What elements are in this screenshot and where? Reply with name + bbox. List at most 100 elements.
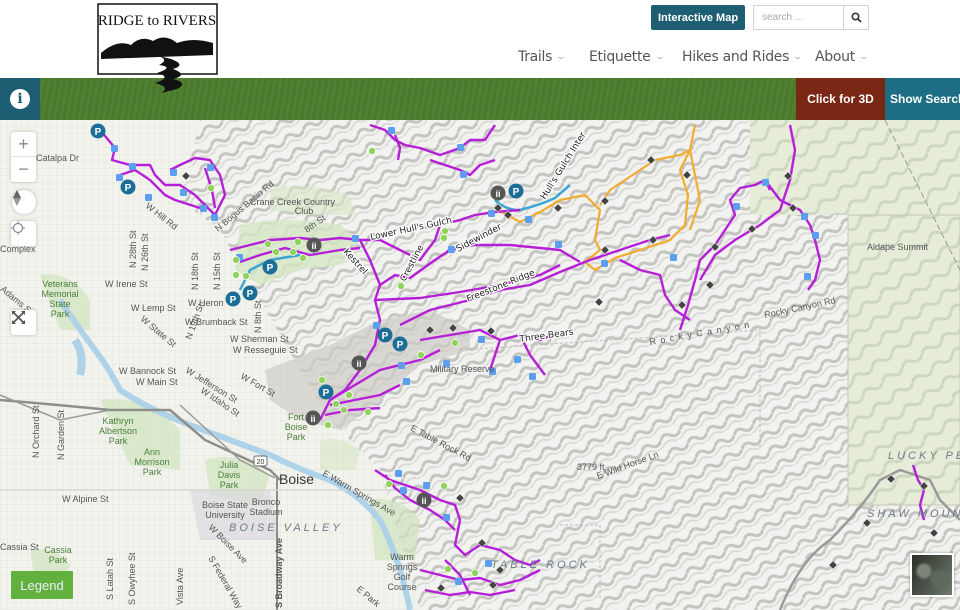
svg-text:Morrison: Morrison <box>134 457 169 467</box>
info-icon: i <box>10 89 30 109</box>
svg-text:Park: Park <box>51 309 70 319</box>
parking-icon: P <box>377 327 393 343</box>
svg-text:W Main St: W Main St <box>136 377 178 387</box>
map-canvas[interactable]: 20 P P P P P P P P P ii ii ii ii ii Lowe… <box>0 120 960 610</box>
svg-text:Veterans: Veterans <box>42 279 78 289</box>
parking-icon: P <box>120 179 136 195</box>
us20-label: 20 <box>257 459 265 466</box>
svg-text:ii: ii <box>421 496 426 506</box>
svg-text:Aldape Summit: Aldape Summit <box>867 242 929 252</box>
interactive-map-button[interactable]: Interactive Map <box>651 5 745 30</box>
svg-text:Boise State: Boise State <box>202 500 248 510</box>
chevron-down-icon: ⌄ <box>858 52 869 62</box>
svg-text:Vista Ave: Vista Ave <box>175 568 185 605</box>
parking-icon: P <box>262 259 278 275</box>
search-icon <box>850 12 862 23</box>
restroom-icon: ii <box>351 355 367 371</box>
svg-text:Golf: Golf <box>394 572 411 582</box>
click-for-3d-button[interactable]: Click for 3D <box>796 78 885 120</box>
svg-text:Club: Club <box>295 206 314 216</box>
basemap-toggle-satellite[interactable] <box>910 553 954 597</box>
chevron-down-icon: ⌄ <box>792 52 804 62</box>
svg-text:P: P <box>247 289 254 300</box>
svg-text:Crane Creek Country: Crane Creek Country <box>250 197 336 207</box>
nav-label: Etiquette <box>589 49 651 65</box>
search-input[interactable] <box>754 6 843 29</box>
svg-text:P: P <box>397 340 404 351</box>
svg-text:Warm: Warm <box>390 552 414 562</box>
nav-about[interactable]: About ⌄ <box>815 49 869 65</box>
restroom-icon: ii <box>306 237 322 253</box>
nav-hikes-and-rides[interactable]: Hikes and Rides ⌄ <box>682 49 804 65</box>
svg-text:Boise: Boise <box>285 422 308 432</box>
svg-text:Fort: Fort <box>288 412 305 422</box>
svg-text:N 26th St: N 26th St <box>140 233 150 271</box>
parking-icon: P <box>225 291 241 307</box>
locate-icon <box>11 221 25 235</box>
svg-text:W Sherman St: W Sherman St <box>230 334 289 344</box>
svg-text:P: P <box>267 263 274 274</box>
compass-button[interactable] <box>12 190 36 214</box>
logo-text: RIDGE to RIVERS <box>98 13 216 29</box>
parking-icon: P <box>242 285 258 301</box>
fullscreen-expand-icon <box>12 311 25 324</box>
ridge-to-rivers-logo[interactable]: RIDGE to RIVERS <box>97 3 218 93</box>
svg-text:ii: ii <box>311 241 316 251</box>
restroom-icon: ii <box>490 185 506 201</box>
info-button[interactable]: i <box>0 78 40 120</box>
site-header: RIDGE to RIVERS Interactive Map Trails⌄ … <box>0 0 960 93</box>
trail-map[interactable]: 20 P P P P P P P P P ii ii ii ii ii Lowe… <box>0 120 960 610</box>
svg-text:N 28th St: N 28th St <box>128 230 138 268</box>
show-search-button[interactable]: Show Search <box>885 78 960 120</box>
fullscreen-button[interactable] <box>11 310 36 335</box>
svg-text:S Owyhee St: S Owyhee St <box>127 552 137 605</box>
parking-icon: P <box>90 123 106 139</box>
svg-text:W Irene St: W Irene St <box>105 279 148 289</box>
svg-text:Park: Park <box>220 480 239 490</box>
svg-text:BOISE VALLEY: BOISE VALLEY <box>229 522 343 534</box>
nav-trails[interactable]: Trails ⌄ <box>518 49 567 65</box>
svg-text:TABLE ROCK: TABLE ROCK <box>491 559 590 571</box>
zoom-controls: + − <box>11 132 36 182</box>
svg-text:University: University <box>205 510 245 520</box>
svg-text:Bronco: Bronco <box>252 497 281 507</box>
svg-text:SHAW MOUNT: SHAW MOUNT <box>867 508 960 520</box>
legend-button[interactable]: Legend <box>11 571 73 599</box>
svg-text:W Resseguie St: W Resseguie St <box>233 345 298 355</box>
svg-text:W Bannock St: W Bannock St <box>119 366 177 376</box>
svg-text:Stadium: Stadium <box>249 507 282 517</box>
svg-text:Park: Park <box>49 555 68 565</box>
svg-text:N 18th St: N 18th St <box>190 252 200 290</box>
search-button[interactable] <box>843 6 868 29</box>
svg-text:S Broadway Ave: S Broadway Ave <box>274 538 284 608</box>
svg-text:Julia: Julia <box>220 460 239 470</box>
locate-button[interactable] <box>11 221 36 246</box>
nav-label: Trails <box>518 49 553 65</box>
svg-text:S Latah St: S Latah St <box>105 557 115 600</box>
svg-text:Military Reserve: Military Reserve <box>430 364 495 374</box>
svg-text:Davis: Davis <box>218 470 241 480</box>
restroom-icon: ii <box>416 492 432 508</box>
svg-text:N 8th St: N 8th St <box>253 300 263 333</box>
svg-text:Boise: Boise <box>279 471 314 487</box>
zoom-in-button[interactable]: + <box>11 132 36 157</box>
nav-label: About <box>815 49 855 65</box>
svg-text:N Garden St: N Garden St <box>56 409 66 460</box>
site-search <box>753 5 869 30</box>
svg-text:Kathryn: Kathryn <box>102 416 133 426</box>
svg-text:LUCKY PE: LUCKY PE <box>888 450 960 462</box>
svg-text:N Orchard St: N Orchard St <box>31 405 41 458</box>
svg-text:P: P <box>382 331 389 342</box>
svg-text:W Heron: W Heron <box>188 298 224 308</box>
svg-text:W Lemp St: W Lemp St <box>131 303 176 313</box>
compass-icon <box>13 190 21 206</box>
zoom-out-button[interactable]: − <box>11 157 36 182</box>
chevron-down-icon: ⌄ <box>555 52 567 62</box>
nav-etiquette[interactable]: Etiquette ⌄ <box>589 49 665 65</box>
svg-text:Park: Park <box>143 467 162 477</box>
restroom-icon: ii <box>305 410 321 426</box>
parking-icon: P <box>508 183 524 199</box>
parking-icon: P <box>392 336 408 352</box>
svg-text:Memorial: Memorial <box>41 289 78 299</box>
svg-text:State: State <box>49 299 70 309</box>
